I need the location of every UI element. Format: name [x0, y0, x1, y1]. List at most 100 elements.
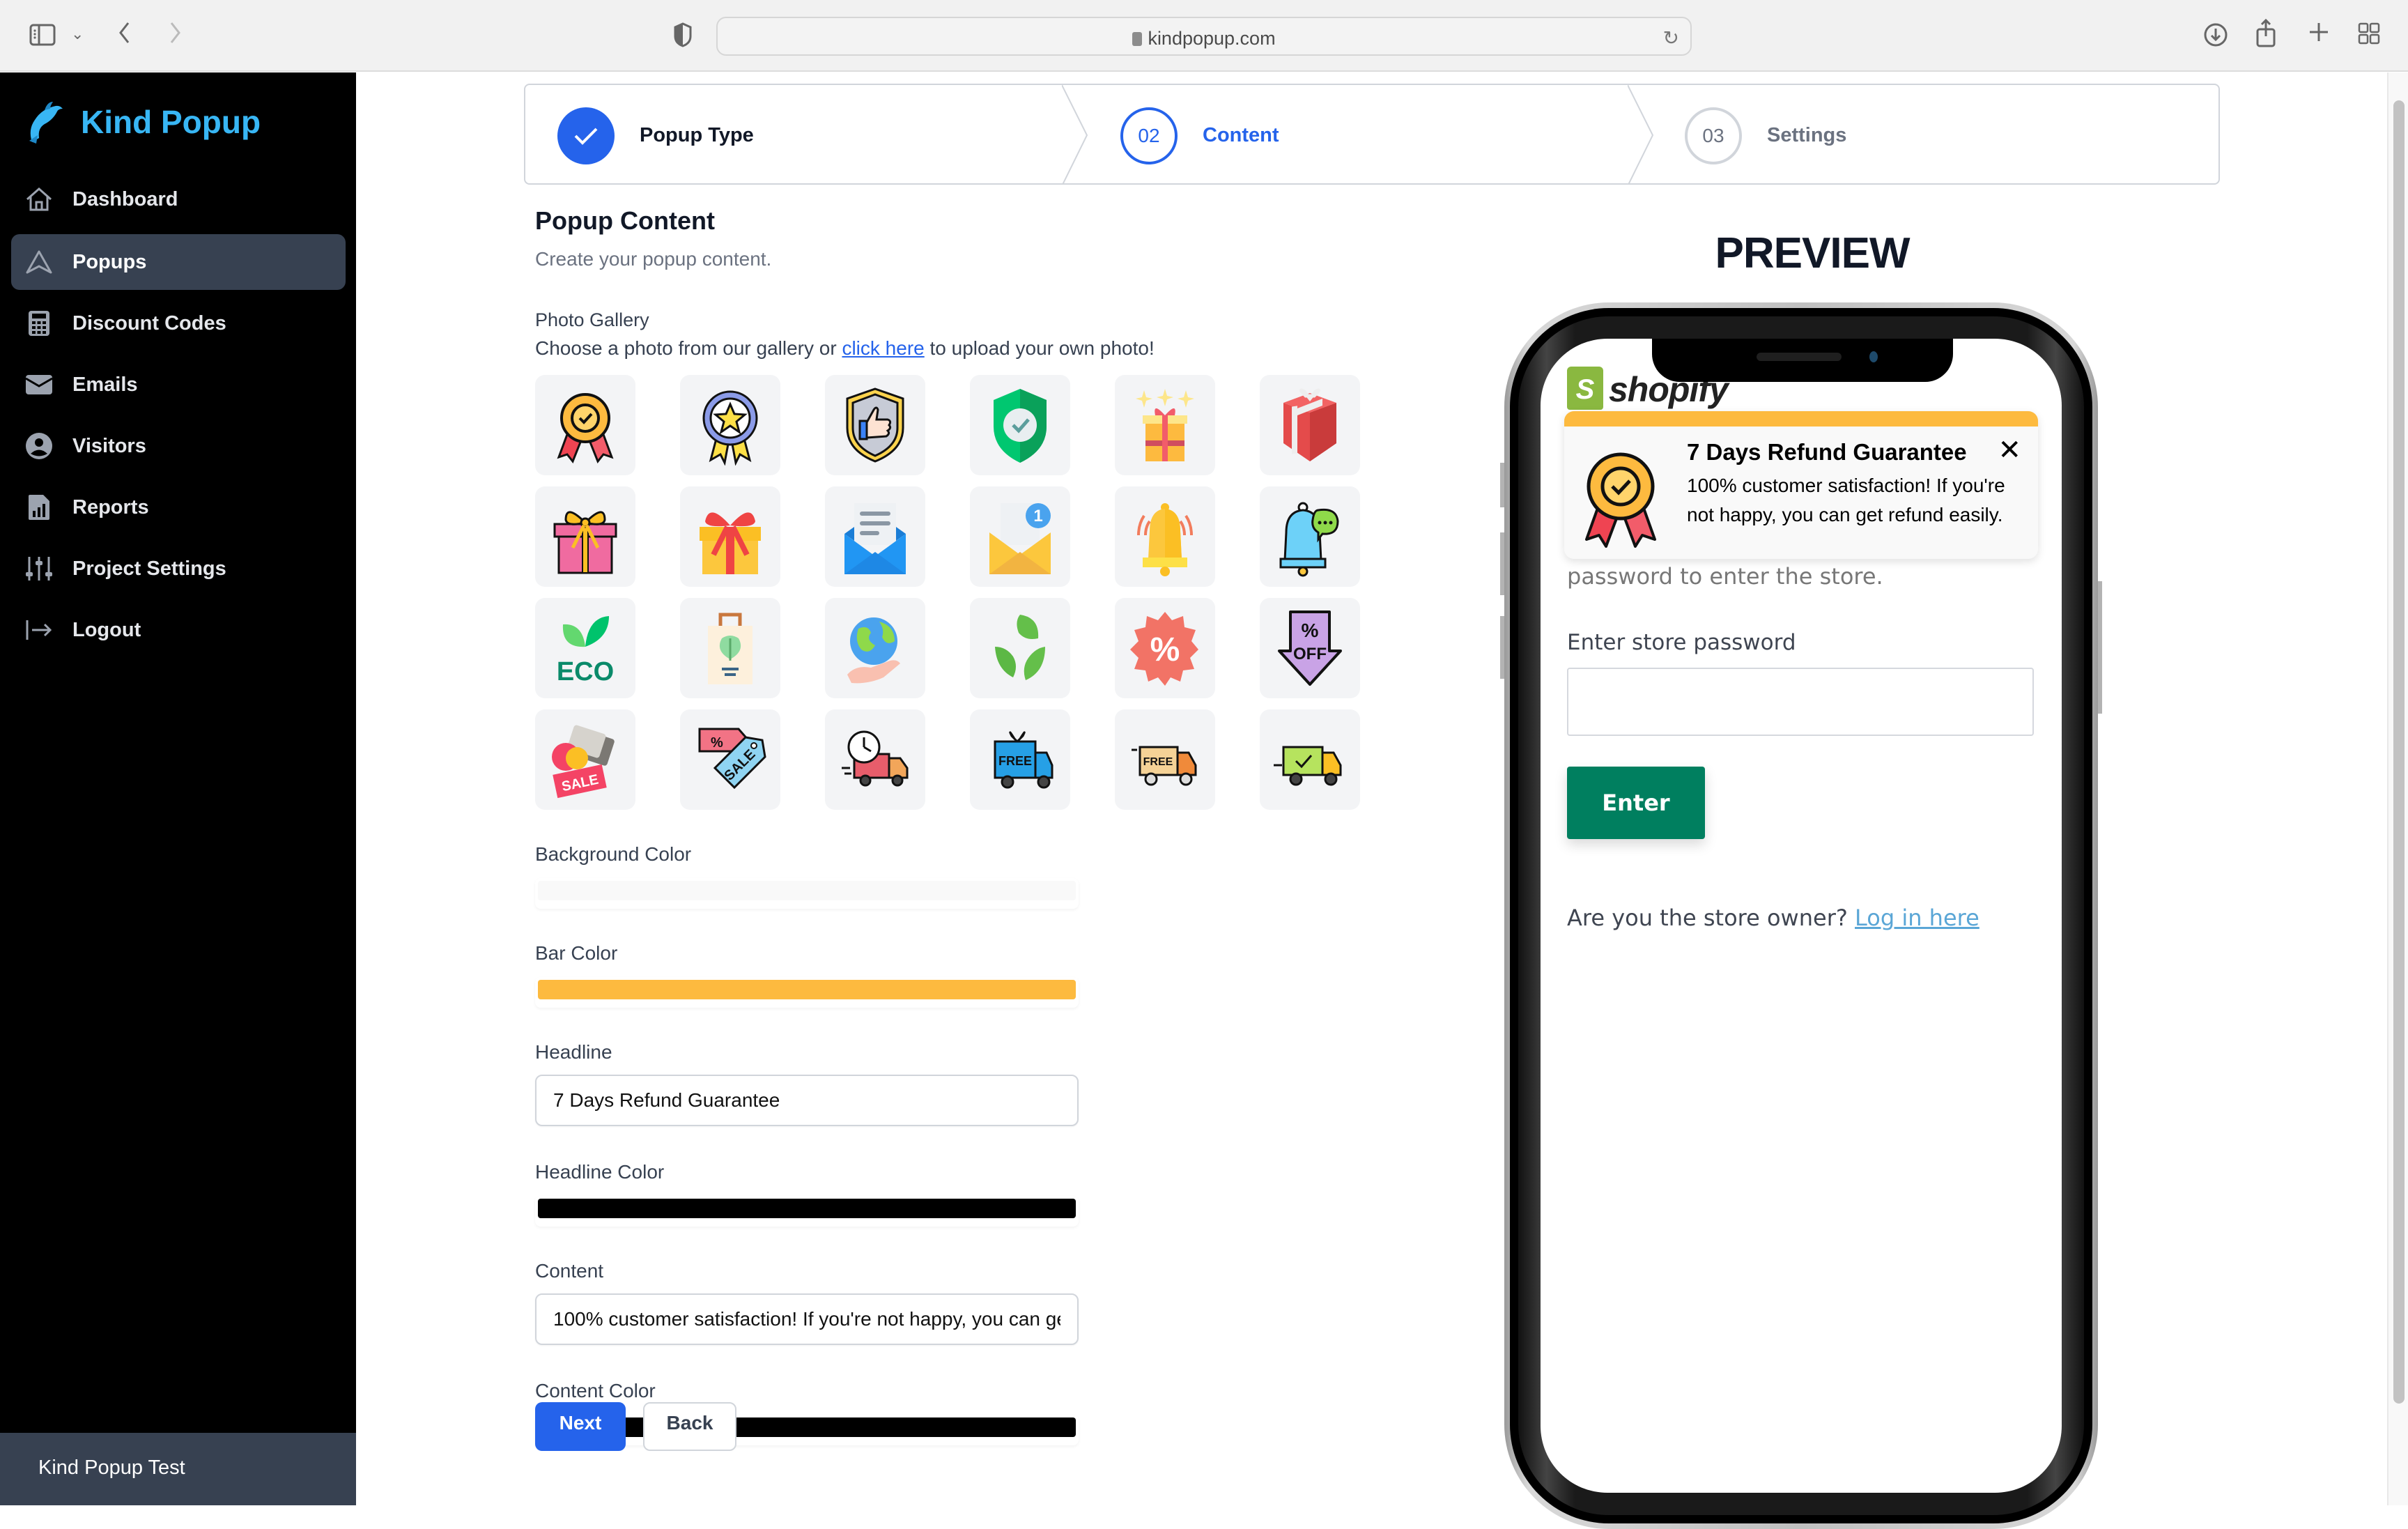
phone-mockup: S shopify 7 Days Refund Guarantee ✕ 100%… [1504, 302, 2098, 1529]
gallery-photo-fast-delivery-truck[interactable] [825, 709, 925, 810]
calculator-icon [25, 309, 53, 337]
gallery-photo-shield-check[interactable] [970, 375, 1070, 475]
step-number: 03 [1685, 107, 1742, 164]
project-switcher[interactable]: Kind Popup Test [0, 1433, 356, 1505]
close-icon[interactable]: ✕ [1998, 436, 2021, 464]
reload-icon[interactable]: ↻ [1663, 26, 1679, 49]
gallery-photo-earth-hand[interactable] [825, 598, 925, 698]
step-popup-type[interactable]: Popup Type [557, 85, 754, 183]
page-scrollbar[interactable] [2387, 72, 2408, 1505]
sidebar-item-logout[interactable]: Logout [11, 602, 346, 658]
privacy-shield-icon[interactable] [673, 22, 693, 52]
store-password-input[interactable] [1567, 668, 2034, 736]
back-button[interactable]: Back [643, 1402, 736, 1451]
gallery-photo-gift-pink-bow[interactable] [535, 486, 635, 587]
stepper: Popup Type 02 Content 03 Settings [524, 84, 2220, 185]
sidebar-item-label: Dashboard [72, 187, 178, 210]
lock-icon [1132, 32, 1143, 46]
gallery-photo-gift-sparkles[interactable] [1115, 375, 1215, 475]
logout-icon [25, 616, 53, 644]
chevron-down-icon[interactable]: ⌄ [71, 26, 84, 42]
brand-name: Kind Popup [81, 104, 261, 140]
address-bar[interactable]: kindpopup.com ↻ [716, 17, 1692, 56]
gallery-desc-text: to upload your own photo! [924, 337, 1155, 359]
sidebar-item-reports[interactable]: Reports [11, 479, 346, 535]
gallery-photo-gift-yellow-red-bow[interactable] [680, 486, 780, 587]
gallery-photo-envelope-letter-blue[interactable] [825, 486, 925, 587]
step-content[interactable]: 02 Content [1120, 85, 1279, 183]
step-settings[interactable]: 03 Settings [1685, 85, 1846, 183]
main-content: Popup Type 02 Content 03 Settings Popup … [356, 72, 2408, 1529]
gallery-desc-text: Choose a photo from our gallery or [535, 337, 842, 359]
upload-photo-link[interactable]: click here [842, 337, 924, 359]
headline-input[interactable] [535, 1075, 1079, 1126]
sale-tags-card-icon: SALE [552, 725, 615, 799]
sidebar-item-project-settings[interactable]: Project Settings [11, 541, 346, 597]
svg-text:FREE: FREE [998, 754, 1032, 768]
bar-color-picker[interactable] [535, 977, 1079, 1008]
gallery-photo-leaf-recycle[interactable] [970, 598, 1070, 698]
scrollbar-thumb[interactable] [2393, 100, 2405, 1404]
login-link[interactable]: Log in here [1855, 905, 1979, 931]
gallery-photo-shield-thumbs-up[interactable] [825, 375, 925, 475]
bell-ringing-icon [1137, 503, 1193, 576]
forward-icon[interactable] [167, 21, 183, 49]
gallery-photo-percent-off-arrow[interactable]: % OFF [1260, 598, 1360, 698]
sidebar-item-visitors[interactable]: Visitors [11, 418, 346, 474]
headline-label: Headline [535, 1041, 612, 1063]
popup-preview: 7 Days Refund Guarantee ✕ 100% customer … [1564, 411, 2038, 559]
bell-chat-icon [1279, 502, 1339, 577]
user-circle-icon [25, 432, 53, 460]
sidebar-item-label: Popups [72, 250, 147, 273]
delivered-truck-icon [1274, 746, 1342, 786]
gallery-photo-sale-tag[interactable]: % SALE [680, 709, 780, 810]
step-separator [1062, 85, 1088, 183]
sidebar-item-dashboard[interactable]: Dashboard [11, 171, 346, 227]
color-swatch [538, 881, 1076, 900]
sidebar-toggle-icon[interactable] [29, 24, 56, 50]
content-input[interactable] [535, 1293, 1079, 1345]
new-tab-icon[interactable] [2308, 21, 2330, 47]
back-icon[interactable] [117, 21, 132, 49]
owner-text: Are you the store owner? [1567, 905, 1855, 931]
sidebar-item-label: Discount Codes [72, 312, 226, 335]
download-icon[interactable] [2203, 22, 2228, 52]
brand[interactable]: Kind Popup [25, 99, 261, 145]
gallery-photo-free-gift-truck[interactable]: FREE [970, 709, 1070, 810]
gift-yellow-red-bow-icon [700, 512, 761, 574]
gallery-photo-award-star[interactable] [680, 375, 780, 475]
gallery-photo-envelope-notification[interactable]: 1 [970, 486, 1070, 587]
sidebar-item-emails[interactable]: Emails [11, 357, 346, 413]
step-separator [1628, 85, 1654, 183]
svg-text:%: % [711, 735, 723, 751]
step-number: 02 [1120, 107, 1178, 164]
phone-screen: S shopify 7 Days Refund Guarantee ✕ 100%… [1541, 339, 2062, 1493]
preview-title: PREVIEW [1715, 229, 1911, 277]
gallery-photo-bell-ringing[interactable] [1115, 486, 1215, 587]
sidebar-item-discount-codes[interactable]: Discount Codes [11, 295, 346, 351]
dolphin-logo-icon [29, 102, 63, 144]
gift-sparkles-icon [1136, 389, 1194, 461]
envelope-letter-blue-icon [844, 503, 906, 574]
tab-overview-icon[interactable] [2358, 22, 2380, 49]
gallery-photo-eco-leaf[interactable]: ECO [535, 598, 635, 698]
gallery-photo-free-delivery-truck[interactable]: FREE [1115, 709, 1215, 810]
gallery-photo-sale-tags-card[interactable]: SALE [535, 709, 635, 810]
gallery-photo-eco-bag[interactable] [680, 598, 780, 698]
home-icon [25, 185, 53, 213]
headline-color-picker[interactable] [535, 1196, 1079, 1227]
gallery-photo-bell-chat[interactable] [1260, 486, 1360, 587]
gallery-photo-discount-badge[interactable]: % [1115, 598, 1215, 698]
enter-button[interactable]: Enter [1567, 767, 1705, 839]
gallery-photo-delivered-truck[interactable] [1260, 709, 1360, 810]
section-subtitle: Create your popup content. [535, 248, 772, 270]
sliders-icon [25, 555, 53, 583]
background-color-picker[interactable] [535, 878, 1079, 909]
next-button[interactable]: Next [535, 1402, 626, 1451]
free-gift-truck-icon: FREE [994, 731, 1054, 789]
gallery-photo-gift-red[interactable] [1260, 375, 1360, 475]
share-icon[interactable] [2255, 18, 2277, 52]
sidebar-item-popups[interactable]: Popups [11, 234, 346, 290]
eco-bag-icon [708, 613, 752, 684]
gallery-photo-medal-check[interactable] [535, 375, 635, 475]
